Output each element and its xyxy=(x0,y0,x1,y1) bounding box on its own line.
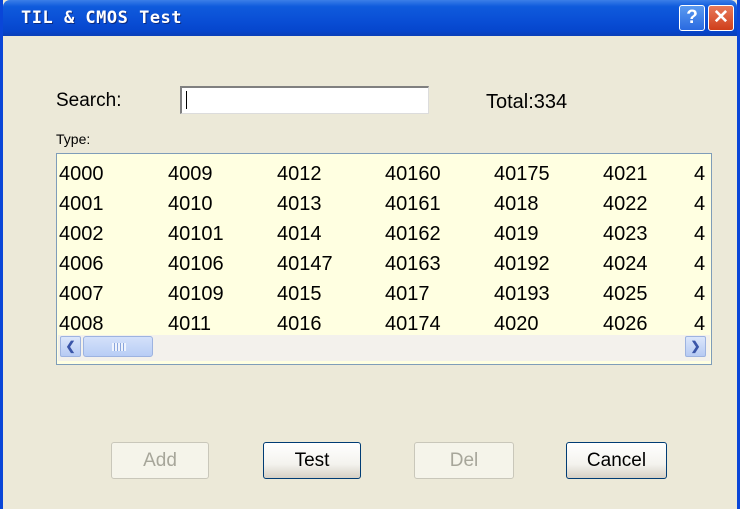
chevron-right-icon: ❯ xyxy=(690,339,701,353)
list-item[interactable]: 4018 xyxy=(494,189,550,219)
list-item[interactable]: 4000 xyxy=(59,159,104,189)
help-icon: ? xyxy=(686,7,698,28)
type-list-column: 4000 4001 4002 4006 4007 4008 xyxy=(59,159,104,339)
list-item[interactable]: 40163 xyxy=(385,249,441,279)
dialog-window: TIL & CMOS Test ? ✕ Search: Total:334 Ty… xyxy=(0,0,740,509)
list-item[interactable]: 4022 xyxy=(603,189,648,219)
list-item[interactable]: 40101 xyxy=(168,219,224,249)
type-list-column: 4009 4010 40101 40106 40109 4011 xyxy=(168,159,224,339)
list-item[interactable]: 40192 xyxy=(494,249,550,279)
list-item[interactable]: 4023 xyxy=(603,219,648,249)
list-item[interactable]: 4010 xyxy=(168,189,224,219)
chevron-left-icon: ❮ xyxy=(65,339,76,353)
close-button[interactable]: ✕ xyxy=(708,5,734,31)
close-icon: ✕ xyxy=(713,7,729,28)
type-list-column: 4012 4013 4014 40147 4015 4016 xyxy=(277,159,333,339)
list-item[interactable]: 4007 xyxy=(59,279,104,309)
type-list-column: 40160 40161 40162 40163 4017 40174 xyxy=(385,159,441,339)
list-item[interactable]: 4002 xyxy=(59,219,104,249)
title-bar[interactable]: TIL & CMOS Test ? ✕ xyxy=(3,0,737,36)
list-item[interactable]: 4 xyxy=(694,189,705,219)
list-item[interactable]: 4019 xyxy=(494,219,550,249)
del-button[interactable]: Del xyxy=(414,442,514,479)
list-item[interactable]: 40161 xyxy=(385,189,441,219)
total-count-label: Total:334 xyxy=(486,91,568,113)
type-list-column: 40175 4018 4019 40192 40193 4020 xyxy=(494,159,550,339)
type-list-column: 444444 xyxy=(694,159,705,339)
list-item[interactable]: 4025 xyxy=(603,279,648,309)
scroll-thumb[interactable] xyxy=(83,336,153,357)
test-button[interactable]: Test xyxy=(263,442,361,479)
cancel-button[interactable]: Cancel xyxy=(566,442,667,479)
add-button[interactable]: Add xyxy=(111,442,209,479)
horizontal-scrollbar[interactable]: ❮ ❯ xyxy=(58,335,710,361)
list-item[interactable]: 4012 xyxy=(277,159,333,189)
scroll-left-button[interactable]: ❮ xyxy=(60,336,81,357)
grip-icon xyxy=(112,343,126,351)
list-item[interactable]: 40160 xyxy=(385,159,441,189)
search-input[interactable] xyxy=(180,86,429,114)
type-list-column: 4021 4022 4023 4024 4025 4026 xyxy=(603,159,648,339)
list-item[interactable]: 4015 xyxy=(277,279,333,309)
list-item[interactable]: 4013 xyxy=(277,189,333,219)
list-item[interactable]: 40193 xyxy=(494,279,550,309)
list-item[interactable]: 4021 xyxy=(603,159,648,189)
help-button[interactable]: ? xyxy=(679,5,705,31)
list-item[interactable]: 40162 xyxy=(385,219,441,249)
type-list[interactable]: 4000 4001 4002 4006 4007 4008 4009 4010 40101 401… xyxy=(56,153,712,365)
scroll-right-button[interactable]: ❯ xyxy=(685,336,706,357)
list-item[interactable]: 40147 xyxy=(277,249,333,279)
list-item[interactable]: 4014 xyxy=(277,219,333,249)
list-item[interactable]: 4 xyxy=(694,249,705,279)
type-label: Type: xyxy=(56,131,91,147)
list-item[interactable]: 4017 xyxy=(385,279,441,309)
list-item[interactable]: 4001 xyxy=(59,189,104,219)
window-title: TIL & CMOS Test xyxy=(21,8,183,28)
list-item[interactable]: 4024 xyxy=(603,249,648,279)
list-item[interactable]: 40109 xyxy=(168,279,224,309)
list-item[interactable]: 4 xyxy=(694,279,705,309)
list-item[interactable]: 40106 xyxy=(168,249,224,279)
list-item[interactable]: 4 xyxy=(694,219,705,249)
list-item[interactable]: 40175 xyxy=(494,159,550,189)
list-item[interactable]: 4 xyxy=(694,159,705,189)
text-caret xyxy=(186,91,187,109)
search-label: Search: xyxy=(56,90,122,111)
list-item[interactable]: 4009 xyxy=(168,159,224,189)
list-item[interactable]: 4006 xyxy=(59,249,104,279)
